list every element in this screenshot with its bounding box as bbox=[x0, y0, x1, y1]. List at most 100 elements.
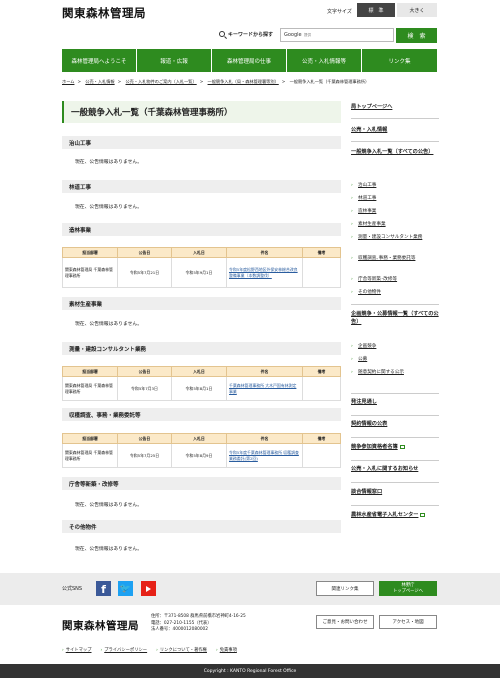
footer-link-sitemap[interactable]: › サイトマップ bbox=[62, 647, 92, 653]
sidebar-item-other[interactable]: › その他物件 bbox=[351, 290, 438, 297]
cell-notice: 令和5年7月3日 bbox=[117, 376, 172, 401]
font-size-large-button[interactable]: 大きく bbox=[397, 3, 437, 17]
sidebar-hacchu-link[interactable]: 発注見通し bbox=[351, 399, 439, 407]
sidebar-divider bbox=[351, 437, 439, 438]
footer-link-disclaimer[interactable]: › 免責事項 bbox=[216, 647, 237, 653]
facebook-icon[interactable]: f bbox=[96, 581, 111, 596]
chevron-right-icon: › bbox=[351, 256, 353, 261]
breadcrumb-home[interactable]: ホーム bbox=[62, 79, 74, 84]
sidebar-ippan-all-link[interactable]: 一般競争入札一覧（すべての公告） bbox=[351, 149, 439, 157]
th-subject: 件名 bbox=[226, 433, 303, 444]
search-button[interactable]: 検 索 bbox=[396, 28, 437, 43]
chevron-right-icon: › bbox=[351, 357, 353, 362]
sidebar-tokatsu-link[interactable]: 談合情報窓口 bbox=[351, 489, 439, 497]
th-bid: 入札日 bbox=[171, 433, 227, 444]
rinya-top-button[interactable]: 林野庁 トップページへ bbox=[379, 581, 437, 596]
search-placeholder-sub: 提供 bbox=[304, 33, 311, 37]
related-links-button[interactable]: 関連リンク集 bbox=[316, 581, 374, 596]
chevron-right-icon: › bbox=[351, 235, 353, 240]
sidebar-divider bbox=[351, 393, 439, 394]
th-bid: 入札日 bbox=[171, 366, 227, 377]
cell-note bbox=[302, 257, 341, 288]
cell-dept: 関東森林管理局 千葉森林管理事務所 bbox=[62, 376, 118, 401]
th-note: 備考 bbox=[302, 247, 341, 258]
chevron-right-icon: › bbox=[351, 277, 353, 282]
cell-subject-link[interactable]: 令和5年度松野西地区外保安林総合改良整備事業（本数調整伐） bbox=[226, 257, 303, 288]
sidebar-kobai-link[interactable]: 公売・入札情報 bbox=[351, 127, 439, 135]
bid-table-zorin: 担当部署 公告日 入札日 件名 備考 関東森林管理局 千葉森林管理事務所 令和5… bbox=[62, 247, 341, 288]
sidebar-divider bbox=[351, 141, 439, 142]
nav-welcome[interactable]: 森林管理局へようこそ bbox=[62, 49, 136, 72]
nav-links[interactable]: リンク集 bbox=[362, 49, 437, 72]
twitter-icon[interactable]: 🐦 bbox=[118, 581, 133, 596]
nav-work[interactable]: 森林管理局の仕事 bbox=[212, 49, 286, 72]
access-button[interactable]: アクセス・地図 bbox=[379, 615, 437, 629]
cell-subject-link[interactable]: 千葉森林管理事務所 大木戸国有林測定事業 bbox=[226, 376, 303, 401]
footer-address: 住所：〒371-8508 群馬県前橋市岩神町4-16-25 電話：027-210… bbox=[151, 614, 246, 634]
sidebar-item-sokuryo[interactable]: › 測量・建設コンサルタント業務 bbox=[351, 235, 438, 242]
cell-subject-link[interactable]: 令和5年度千葉森林管理事務所 収穫調査業務委託(第2回) bbox=[226, 443, 303, 468]
copyright: Copyright : KANTO Regional Forest Office bbox=[0, 664, 500, 678]
section-sokuryo: 測量・建設コンサルタント業務 bbox=[62, 342, 341, 355]
cell-dept: 関東森林管理局 千葉森林管理事務所 bbox=[62, 257, 118, 288]
nav-bids[interactable]: 公売・入札情報等 bbox=[287, 49, 361, 72]
th-dept: 担当部署 bbox=[62, 433, 118, 444]
sidebar-keiyaku-link[interactable]: 契約情報の公表 bbox=[351, 421, 439, 429]
cell-dept: 関東森林管理局 千葉森林管理事務所 bbox=[62, 443, 118, 468]
external-link-icon bbox=[399, 444, 405, 449]
footer-logo[interactable]: 関東森林管理局 bbox=[62, 618, 139, 633]
search-icon bbox=[219, 31, 225, 37]
breadcrumb-bid-list[interactable]: 公売・入札物件のご案内（入札一覧） bbox=[125, 79, 196, 84]
sidebar-item-rindo[interactable]: › 林道工事 bbox=[351, 196, 438, 203]
footer-links: › サイトマップ › プライバシーポリシー › リンクについて・著作権 › 免責事項 bbox=[62, 647, 237, 653]
sidebar-kobai-oshirase-link[interactable]: 公売・入札に関するお知らせ bbox=[351, 466, 439, 474]
table-row: 関東森林管理局 千葉森林管理事務所 令和5年7月25日 令和5年8月9日 令和5… bbox=[62, 443, 341, 468]
chevron-right-icon: › bbox=[351, 290, 353, 295]
th-dept: 担当部署 bbox=[62, 247, 118, 258]
breadcrumb-bid-info[interactable]: 公売・入札情報 bbox=[85, 79, 114, 84]
no-notice-text: 現在、公告情報はありません。 bbox=[75, 205, 143, 210]
contact-button[interactable]: ご意見・お問い合わせ bbox=[316, 615, 374, 629]
corp-no-line: 法人番号：4000012080002 bbox=[151, 627, 209, 633]
site-logo[interactable]: 関東森林管理局 bbox=[62, 5, 146, 21]
sidebar-divider bbox=[351, 415, 439, 416]
sidebar-sanka-link[interactable]: 競争参加資格者名簿 bbox=[351, 444, 439, 452]
sidebar-item-shuju[interactable]: › 収穫調査､事務・業務委託等 bbox=[351, 256, 438, 263]
font-size-label: 文字サイズ bbox=[327, 9, 352, 15]
page-title-box: 一般競争入札一覧（千葉森林管理事務所） bbox=[62, 101, 341, 123]
search-placeholder: Google bbox=[284, 32, 302, 38]
nav-press[interactable]: 報道・広報 bbox=[137, 49, 211, 72]
sidebar-item-chosha[interactable]: › 庁舎等新築･改修等 bbox=[351, 277, 438, 284]
sidebar-norin-link[interactable]: 農林水産省電子入札センター bbox=[351, 512, 439, 520]
sidebar-top-link[interactable]: 局トップページへ bbox=[351, 104, 439, 112]
table-row: 関東森林管理局 千葉森林管理事務所 令和5年7月21日 令和5年9月1日 令和5… bbox=[62, 257, 341, 288]
breadcrumb-general-bid[interactable]: 一般競争入札（局・森林管理署等別） bbox=[208, 79, 279, 84]
th-dept: 担当部署 bbox=[62, 366, 118, 377]
no-notice-text: 現在、公告情報はありません。 bbox=[75, 503, 143, 508]
sidebar-kikaku-all-link[interactable]: 企画競争・公募情報一覧（すべての公告） bbox=[351, 311, 439, 327]
section-other: その他物件 bbox=[62, 520, 341, 533]
footer-link-privacy[interactable]: › プライバシーポリシー bbox=[101, 647, 148, 653]
cell-bid: 令和5年8月1日 bbox=[171, 376, 227, 401]
section-zorin: 造林事業 bbox=[62, 223, 341, 236]
sidebar-item-kikaku[interactable]: › 企画競争 bbox=[351, 344, 438, 351]
address-line: 住所：〒371-8508 群馬県前橋市岩神町4-16-25 bbox=[151, 614, 246, 619]
table-row: 関東森林管理局 千葉森林管理事務所 令和5年7月3日 令和5年8月1日 千葉森林… bbox=[62, 376, 341, 401]
font-size-standard-button[interactable]: 標 準 bbox=[357, 3, 395, 17]
section-chosha: 庁舎等新築・改修等 bbox=[62, 477, 341, 490]
sidebar-item-kobo[interactable]: › 公募 bbox=[351, 357, 438, 364]
search-input[interactable]: Google 提供 bbox=[280, 28, 394, 42]
th-notice: 公告日 bbox=[117, 247, 172, 258]
cell-notice: 令和5年7月25日 bbox=[117, 443, 172, 468]
sidebar-item-zuii[interactable]: › 随意契約に関する公示 bbox=[351, 370, 438, 377]
youtube-icon[interactable] bbox=[141, 581, 156, 596]
footer-link-copyright[interactable]: › リンクについて・著作権 bbox=[156, 647, 207, 653]
sidebar-item-sozai[interactable]: › 素材生産事業 bbox=[351, 222, 438, 229]
bid-table-shuju: 担当部署 公告日 入札日 件名 備考 関東森林管理局 千葉森林管理事務所 令和5… bbox=[62, 433, 341, 468]
bid-table-sokuryo: 担当部署 公告日 入札日 件名 備考 関東森林管理局 千葉森林管理事務所 令和5… bbox=[62, 366, 341, 401]
sidebar-item-chisan[interactable]: › 治山工事 bbox=[351, 183, 438, 190]
chevron-right-icon: › bbox=[351, 222, 353, 227]
section-sozai: 素材生産事業 bbox=[62, 297, 341, 310]
sidebar-item-zorin[interactable]: › 造林事業 bbox=[351, 209, 438, 216]
cell-note bbox=[302, 376, 341, 401]
